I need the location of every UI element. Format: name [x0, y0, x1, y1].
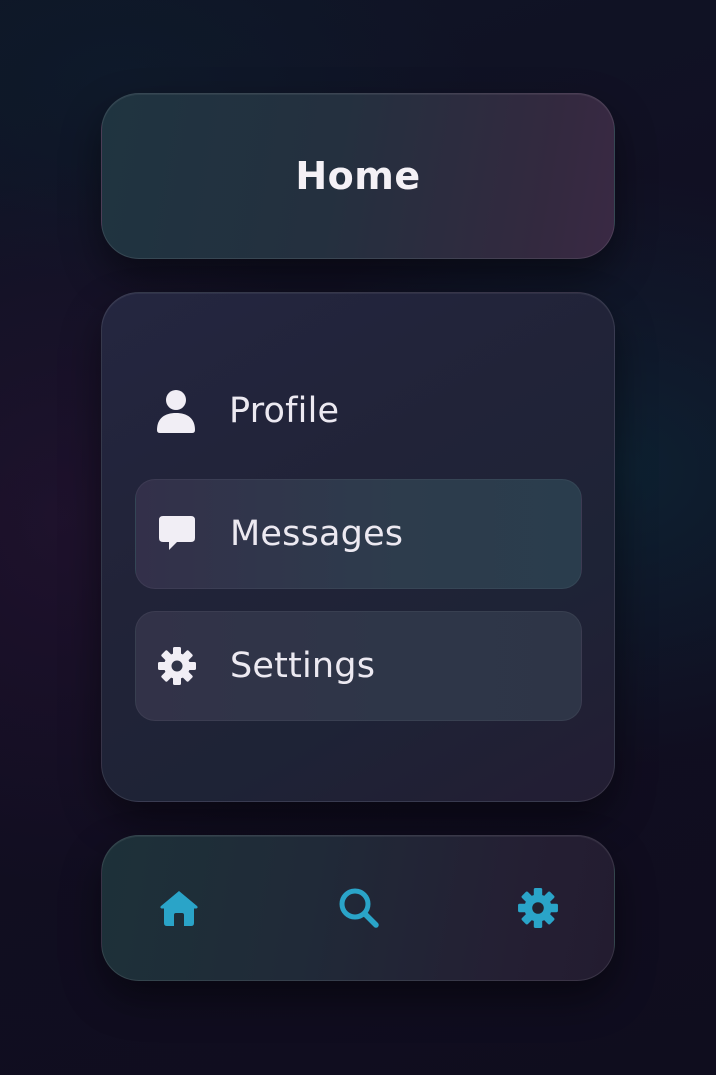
- bottom-nav: [101, 835, 615, 981]
- page-title: Home: [295, 154, 421, 198]
- menu-item-settings[interactable]: Settings: [135, 611, 582, 721]
- chat-bubble-icon: [156, 513, 198, 555]
- nav-home-button[interactable]: [149, 880, 209, 940]
- menu-item-messages[interactable]: Messages: [135, 479, 582, 589]
- menu-item-profile[interactable]: Profile: [135, 356, 582, 466]
- menu-card: Profile Messages Settings: [101, 292, 615, 802]
- menu-item-label: Messages: [230, 514, 404, 554]
- nav-settings-button[interactable]: [508, 880, 568, 940]
- menu-item-label: Settings: [230, 646, 376, 686]
- nav-search-button[interactable]: [329, 880, 389, 940]
- person-icon: [155, 390, 197, 433]
- gear-icon: [156, 645, 198, 687]
- search-icon: [338, 887, 380, 933]
- home-icon: [159, 889, 199, 931]
- header-card: Home: [101, 93, 615, 259]
- gear-icon: [517, 887, 559, 933]
- menu-item-label: Profile: [229, 391, 340, 431]
